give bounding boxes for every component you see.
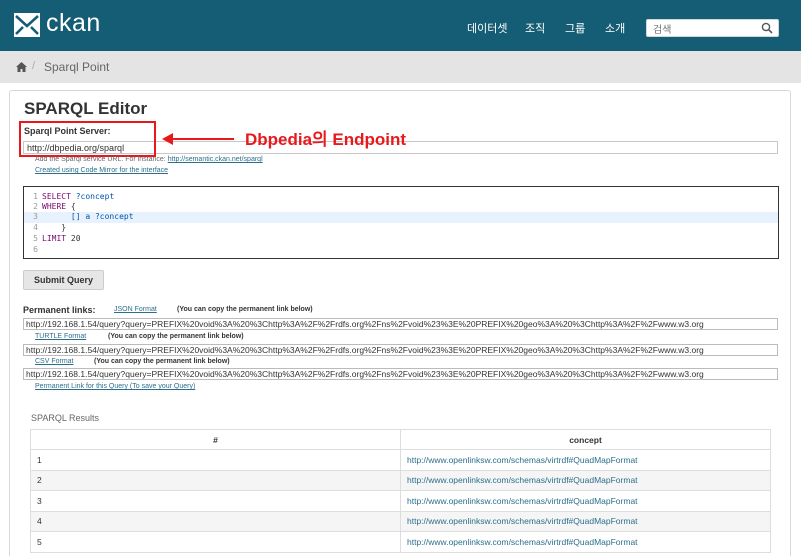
results-table: # concept 1 http://www.openlinksw.com/sc… <box>30 429 771 553</box>
column-header-concept[interactable]: concept <box>400 429 771 450</box>
line-number: 4 <box>33 223 38 232</box>
turtle-format-link[interactable]: TURTLE Format <box>35 333 86 340</box>
table-header-row: # concept <box>30 429 771 450</box>
search-input[interactable] <box>647 22 757 39</box>
csv-format-link[interactable]: CSV Format <box>35 358 74 365</box>
turtle-permanent-url[interactable]: http://192.168.1.54/query?query=PREFIX%2… <box>23 344 778 356</box>
annotation-text: Dbpedia의 Endpoint <box>245 130 407 149</box>
code-line: 4 } <box>24 223 778 234</box>
row-index: 1 <box>30 449 401 471</box>
json-note: (You can copy the permanent link below) <box>177 306 313 313</box>
turtle-note: (You can copy the permanent link below) <box>108 333 244 340</box>
nav-datasets[interactable]: 데이터셋 <box>467 20 507 36</box>
table-row: 3 http://www.openlinksw.com/schemas/virt… <box>30 490 771 512</box>
ckan-logo[interactable]: ckan <box>14 9 101 38</box>
results-title: SPARQL Results <box>31 413 100 423</box>
json-permanent-url[interactable]: http://192.168.1.54/query?query=PREFIX%2… <box>23 318 778 330</box>
row-concept-link[interactable]: http://www.openlinksw.com/schemas/virtrd… <box>400 449 771 471</box>
logo-text: ckan <box>46 9 101 37</box>
code-text: 20 <box>66 234 81 243</box>
row-concept-link[interactable]: http://www.openlinksw.com/schemas/virtrd… <box>400 510 771 532</box>
breadcrumb: / Sparql Point <box>0 51 801 83</box>
breadcrumb-current[interactable]: Sparql Point <box>44 60 109 74</box>
json-format-link[interactable]: JSON Format <box>114 306 157 313</box>
breadcrumb-separator: / <box>32 60 36 72</box>
line-number: 3 <box>33 212 38 221</box>
row-concept-link[interactable]: http://www.openlinksw.com/schemas/virtrd… <box>400 469 771 491</box>
row-index: 2 <box>30 469 401 491</box>
nav-organizations[interactable]: 조직 <box>525 20 545 36</box>
top-navbar: ckan 데이터셋 조직 그룹 소개 <box>0 0 801 51</box>
codemirror-link[interactable]: Created using Code Mirror for the interf… <box>35 167 168 174</box>
row-index: 3 <box>30 490 401 512</box>
csv-permanent-url[interactable]: http://192.168.1.54/query?query=PREFIX%2… <box>23 368 778 380</box>
code-text: } <box>42 223 67 232</box>
sparql-code-editor[interactable]: 1 SELECT ?concept 2 WHERE { 3 [] a ?conc… <box>23 186 779 259</box>
line-number: 6 <box>33 245 38 254</box>
row-index: 5 <box>30 531 401 553</box>
home-icon[interactable] <box>16 62 27 72</box>
nav-about[interactable]: 소개 <box>605 20 625 36</box>
table-row: 5 http://www.openlinksw.com/schemas/virt… <box>30 531 771 553</box>
table-row: 4 http://www.openlinksw.com/schemas/virt… <box>30 510 771 532</box>
server-help-text: Add the Sparql service URL. For instance… <box>35 156 166 163</box>
server-help: Add the Sparql service URL. For instance… <box>35 156 263 163</box>
row-concept-link[interactable]: http://www.openlinksw.com/schemas/virtrd… <box>400 531 771 553</box>
code-keyword: LIMIT <box>42 234 67 243</box>
search-box <box>646 19 779 39</box>
row-index: 4 <box>30 510 401 532</box>
code-line: 5 LIMIT 20 <box>24 234 778 245</box>
code-line: 6 <box>24 245 778 256</box>
code-line-active: 3 [] a ?concept <box>24 212 778 223</box>
highlight-box <box>19 121 156 157</box>
row-concept-link[interactable]: http://www.openlinksw.com/schemas/virtrd… <box>400 490 771 512</box>
table-row: 1 http://www.openlinksw.com/schemas/virt… <box>30 449 771 471</box>
line-number: 5 <box>33 234 38 243</box>
annotation-arrow-icon <box>162 133 234 145</box>
csv-note: (You can copy the permanent link below) <box>94 358 230 365</box>
search-icon[interactable] <box>761 22 773 34</box>
permanent-links-label: Permanent links: <box>23 305 96 315</box>
code-text: [] a ?concept <box>42 212 134 221</box>
page-title: SPARQL Editor <box>24 99 148 118</box>
nav-groups[interactable]: 그룹 <box>565 20 585 36</box>
permanent-query-link[interactable]: Permanent Link for this Query (To save y… <box>35 383 195 390</box>
column-header-index[interactable]: # <box>30 429 401 450</box>
ckan-logo-icon <box>14 13 40 37</box>
table-row: 2 http://www.openlinksw.com/schemas/virt… <box>30 469 771 491</box>
server-help-link[interactable]: http://semantic.ckan.net/sparql <box>168 156 263 163</box>
submit-query-button[interactable]: Submit Query <box>23 270 104 290</box>
